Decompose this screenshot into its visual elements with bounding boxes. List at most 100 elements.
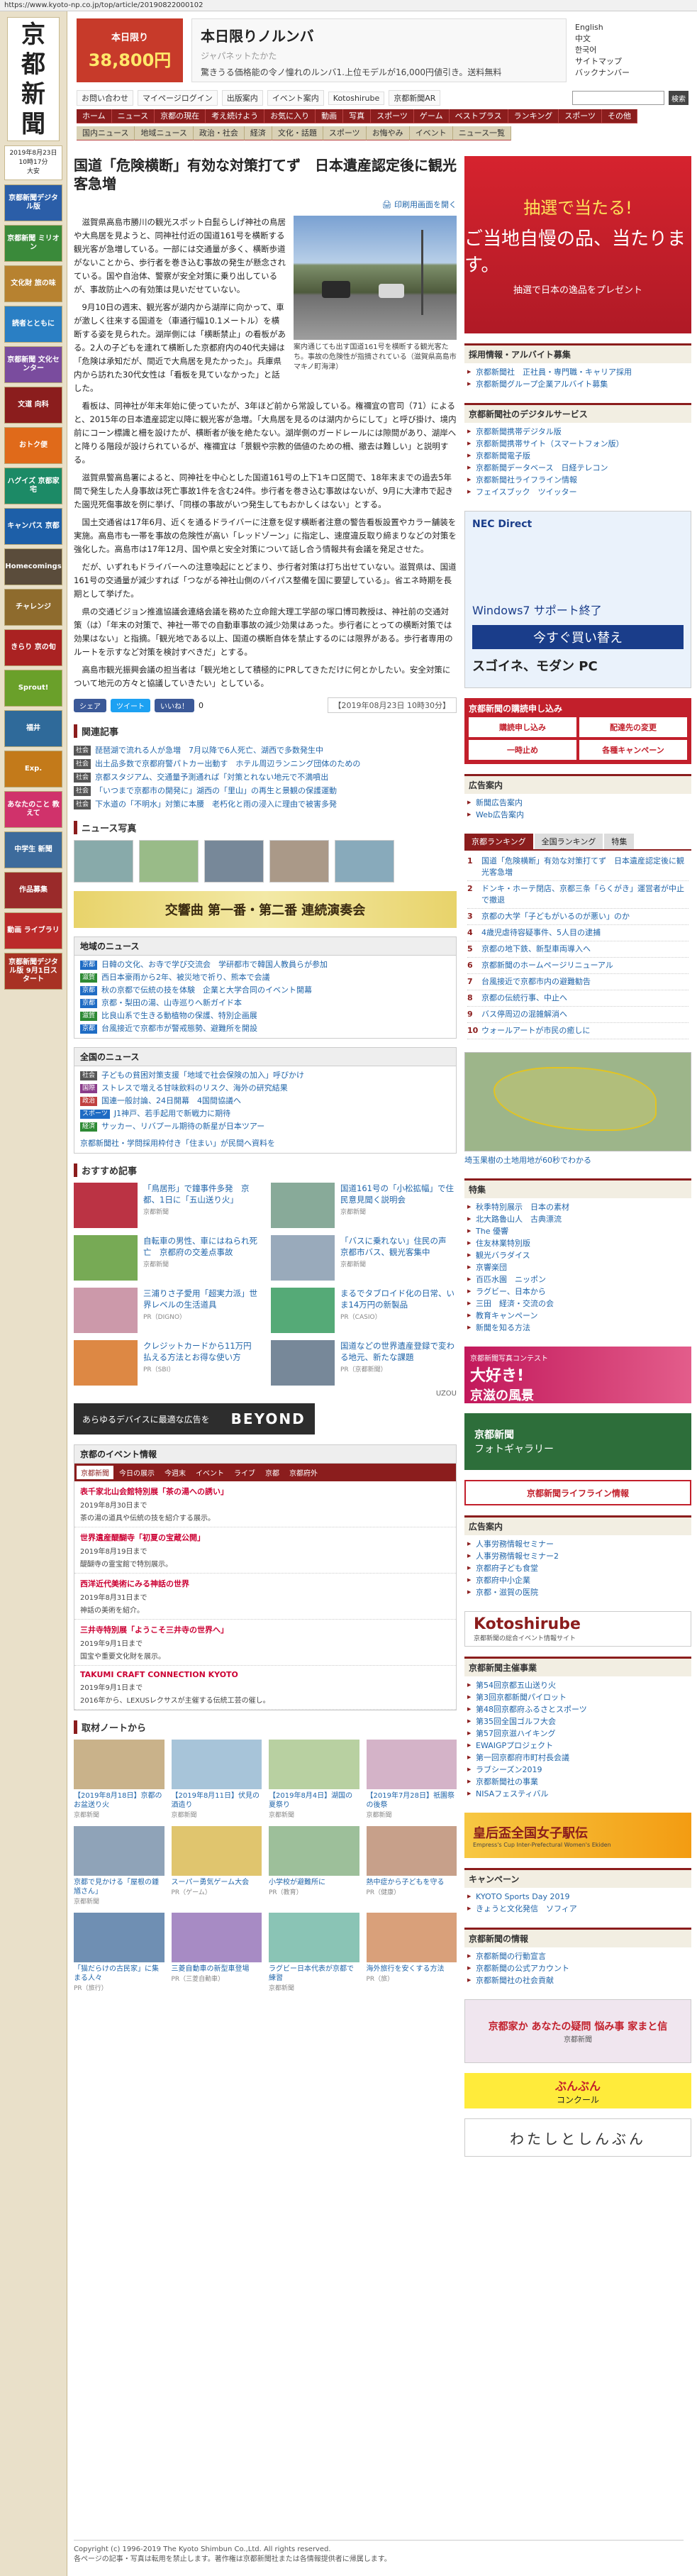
ranking-item[interactable]: 9 バス停周辺の混雑解消へ [467,1007,688,1023]
left-banner[interactable]: 作品募集 [4,872,62,909]
nav-item[interactable]: お気に入り [264,109,316,123]
left-banner[interactable]: 文道 向科 [4,387,62,424]
culture-tile[interactable]: 小学校が避難所に PR（教育） [269,1826,359,1906]
like-button[interactable]: いいね！ [155,698,194,712]
culture-title[interactable]: 【2019年8月18日】京都のお盆送り火 [74,1791,165,1810]
nav-item[interactable]: 考え続けよう [206,109,265,123]
culture-thumb[interactable] [269,1826,359,1876]
ranking-item[interactable]: 10 ウォールアートが市民の癒しに [467,1023,688,1039]
left-banner[interactable]: 読者とともに [4,306,62,343]
nav-item[interactable]: ホーム [77,109,112,123]
nav-item[interactable]: 京都の現在 [155,109,206,123]
left-banner[interactable]: 福井 [4,710,62,747]
culture-tile[interactable]: ラグビー日本代表が京都で練習 京都新聞 [269,1913,359,1992]
recommend-item[interactable]: 「鳥居形」で鐘事件多発 京都、1日に「五山送り火」 京都新聞 [74,1183,260,1228]
culture-thumb[interactable] [171,1826,262,1876]
digital-service-link[interactable]: 京都新聞携帯サイト（スマートフォン版） [467,438,688,450]
ranking-item[interactable]: 4 4歳児虐待容疑事件、5人目の逮捕 [467,925,688,941]
company-event-link[interactable]: 第一回京都府市町村長会議 [467,1752,688,1764]
company-event-link[interactable]: 京都新聞社の事業 [467,1776,688,1788]
recommend-item[interactable]: 「バスに乗れない」住民の声 京都市バス、観光客集中 京都新聞 [271,1235,457,1281]
event-title[interactable]: TAKUMI CRAFT CONNECTION KYOTO [80,1670,450,1679]
lang-link[interactable]: English [575,22,688,33]
ad-info-link[interactable]: 京都府子ども食堂 [467,1562,688,1574]
recommend-item[interactable]: 三浦りさ子愛用「超実力派」世界レベルの生活道具 PR（DIGNO） [74,1288,260,1333]
kotoshirube-banner[interactable]: Kotoshirube 京都新聞の総合イベント情報サイト [464,1611,691,1647]
nav-item[interactable]: 写真 [343,109,372,123]
header-ad-badge[interactable]: 本日限り 38,800円 [77,18,183,82]
digital-service-link[interactable]: フェイスブック ツイッター [467,486,688,498]
events-tab[interactable]: 京都 [261,1466,284,1479]
recommend-thumb[interactable] [271,1340,335,1386]
culture-title[interactable]: スーパー勇気ゲーム大会 [172,1878,262,1887]
subscribe-button[interactable]: 各種キャンペーン [579,740,687,760]
culture-thumb[interactable] [366,1826,457,1876]
concert-banner[interactable]: 交響曲 第一番・第二番 連続演奏会 [74,891,457,928]
subscribe-button[interactable]: 購読申し込み [469,717,576,737]
article-photo[interactable]: 案内通じても出す国道161号を横断する観光客たち。事故の危険性が指摘されている（… [294,216,457,399]
recommend-item[interactable]: まるでタブロイド化の日常、いま14万円の新製品 PR（CASIO） [271,1288,457,1333]
news-item[interactable]: 京都 秋の京都で伝統の技を体験 企業と大学合同のイベント開幕 [80,984,450,997]
print-link[interactable]: 🖨 印刷用画面を開く [74,199,457,210]
news-item[interactable]: 政治 国連一般討論、24日開幕 4国間協議へ [80,1095,450,1107]
event-title[interactable]: 三井寺特別展「ようこそ三井寺の世界へ」 [80,1624,450,1635]
recommend-item[interactable]: 自転車の男性、車にはねられ死亡 京都府の交差点事故 京都新聞 [74,1235,260,1281]
recommend-thumb[interactable] [74,1288,138,1333]
company-event-link[interactable]: ラブシーズン2019 [467,1764,688,1776]
culture-tile[interactable]: スーパー勇気ゲーム大会 PR（ゲーム） [171,1826,262,1906]
related-item[interactable]: 社会 琵琶湖で流れる人が急増 7月以降で6人死亡、湖西で多数発生中 [74,743,457,757]
digital-service-link[interactable]: 京都新聞データベース 日経テレコン [467,462,688,474]
lang-link[interactable]: サイトマップ [575,56,688,67]
sub-nav-item[interactable]: 地域ニュース [135,126,194,140]
left-banner[interactable]: Homecomings [4,548,62,585]
recommend-title[interactable]: まるでタブロイド化の日常、いま14万円の新製品 [340,1288,457,1310]
culture-title[interactable]: 【2019年8月4日】湖国の夏祭り [269,1791,359,1810]
ranking-item[interactable]: 2 ドンキ・ホーテ閉店、京都三条「らくがき」運営者が中止で撤退 [467,881,688,909]
culture-thumb[interactable] [74,1740,165,1789]
left-banner[interactable]: キャンパス 京都 [4,508,62,545]
left-banner[interactable]: 中学生 新聞 [4,831,62,868]
left-banner[interactable]: 京都新聞 文化センター [4,346,62,383]
event-title[interactable]: 西洋近代美術にみる神話の世界 [80,1578,450,1589]
events-tab[interactable]: イベント [191,1466,228,1479]
digital-service-link[interactable]: 京都新聞携帯デジタル版 [467,426,688,438]
search-input[interactable] [572,91,664,105]
event-item[interactable]: 世界遺産醍醐寺「初夏の宝蔵公開」 2019年8月19日まで 醍醐寺の霊宝館で特別展示… [74,1527,456,1574]
special-link[interactable]: 住友林業特別版 [467,1237,688,1249]
culture-thumb[interactable] [74,1826,165,1876]
toolbar-link[interactable]: お問い合わせ [77,90,133,106]
event-title[interactable]: 表千家北山会館特別展「茶の湯への誘い」 [80,1486,450,1497]
ekiden-banner[interactable]: 皇后盃全国女子駅伝 Empress's Cup Inter-Prefectura… [464,1813,691,1858]
left-banner[interactable]: 動画 ライブラリ [4,912,62,949]
toolbar-link[interactable]: イベント案内 [267,90,324,106]
recommend-title[interactable]: 「バスに乗れない」住民の声 京都市バス、観光客集中 [340,1235,457,1258]
nav-item[interactable]: ランキング [508,109,559,123]
info-link[interactable]: 京都新聞の公式アカウント [467,1962,688,1974]
special-link[interactable]: 北大路魯山人 古典漂流 [467,1213,688,1225]
news-item[interactable]: スポーツ J1神戸、若手起用で新戦力に期待 [80,1107,450,1120]
company-event-link[interactable]: NISAフェスティバル [467,1788,688,1800]
company-event-link[interactable]: 第57回京滋ハイキング [467,1728,688,1740]
recommend-thumb[interactable] [271,1235,335,1281]
ranking-item[interactable]: 6 京都新聞のホームページリニューアル [467,958,688,974]
news-item[interactable]: 京都 日韓の文化、お寺で学び交流会 学研都市で韓国人教員らが参加 [80,958,450,971]
lang-link[interactable]: 한국어 [575,45,688,56]
culture-tile[interactable]: 【2019年8月18日】京都のお盆送り火 京都新聞 [74,1740,165,1819]
ranking-item[interactable]: 5 京都の地下鉄、新型車両導入へ [467,941,688,958]
nav-item[interactable]: スポーツ [559,109,603,123]
campaign-link[interactable]: KYOTO Sports Day 2019 [467,1891,688,1903]
culture-title[interactable]: 熱中症から子どもを守る [367,1878,457,1887]
info-link[interactable]: 京都新聞の行動宣言 [467,1950,688,1962]
ad-info-link[interactable]: 人事労務情報セミナー2 [467,1550,688,1562]
sub-nav-item[interactable]: ニュース一覧 [452,126,512,140]
news-item[interactable]: 滋賀 西日本豪雨から2年、被災地で祈り、熊本で会議 [80,971,450,984]
special-link[interactable]: 教育キャンペーン [467,1310,688,1322]
culture-tile[interactable]: 三菱自動車の新型車登場 PR（三菱自動車） [171,1913,262,1992]
events-tab[interactable]: 京都新聞 [77,1466,113,1479]
article-image[interactable] [294,216,457,340]
event-item[interactable]: 表千家北山会館特別展「茶の湯への誘い」 2019年8月30日まで 茶の湯の道具や伝統… [74,1481,456,1527]
map-ad[interactable]: 埼玉果樹の土地用地が60秒でわかる [464,1052,691,1168]
company-event-link[interactable]: 第35回全国ゴルフ大会 [467,1715,688,1728]
event-item[interactable]: 西洋近代美術にみる神話の世界 2019年8月31日まで 神話の美術を紹介。 [74,1574,456,1620]
special-link[interactable]: 百匹水園 ニッポン [467,1273,688,1286]
